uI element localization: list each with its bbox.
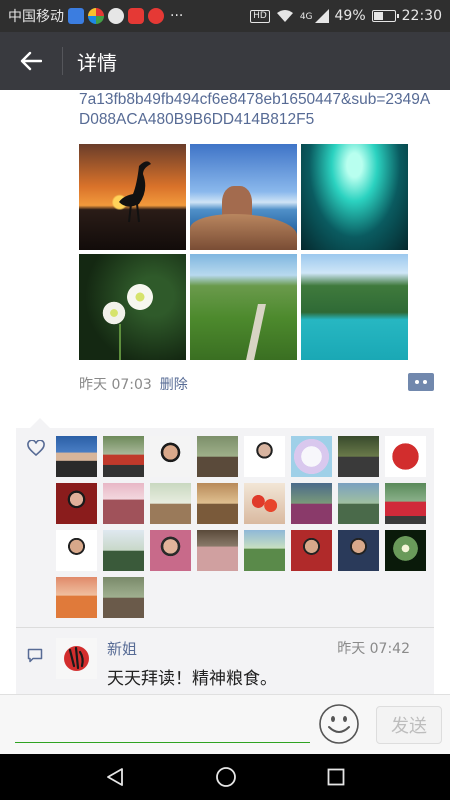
page-title: 详情 [77, 50, 117, 75]
smiley-icon[interactable] [318, 703, 360, 745]
send-button[interactable]: 发送 [376, 706, 442, 744]
delete-button[interactable]: 删除 [160, 374, 188, 394]
battery-percent: 49% [334, 8, 366, 24]
liker-avatar[interactable] [244, 530, 285, 571]
liker-avatar[interactable] [103, 483, 144, 524]
video-notification-icon [128, 8, 144, 24]
back-button[interactable] [0, 32, 62, 90]
liker-avatar[interactable] [197, 436, 238, 477]
photo-green-valley-road[interactable] [190, 254, 297, 360]
liker-avatar[interactable] [103, 577, 144, 618]
nav-home-icon[interactable] [215, 766, 237, 788]
more-actions-button[interactable] [408, 373, 434, 391]
photo-fjord-lake[interactable] [301, 254, 408, 360]
comment-input[interactable] [15, 705, 310, 743]
liker-avatar[interactable] [338, 436, 379, 477]
liker-avatar[interactable] [291, 436, 332, 477]
post-link[interactable]: 7a13fb8b49fb494cf6e8478eb1650447&sub=234… [79, 90, 439, 130]
post-time: 昨天 07:03 [79, 377, 152, 393]
calligraphy-logo [68, 646, 84, 670]
liker-avatar[interactable] [385, 483, 426, 524]
photo-rocky-seashore[interactable] [190, 144, 297, 250]
battery-icon [371, 10, 399, 22]
liker-avatar[interactable] [244, 436, 285, 477]
heart-icon [27, 440, 45, 456]
liker-avatar[interactable] [56, 483, 97, 524]
liker-avatar[interactable] [56, 530, 97, 571]
clock: 22:30 [401, 8, 442, 24]
signal-icon [314, 9, 329, 23]
liker-avatar[interactable] [103, 436, 144, 477]
wechat-notification-icon [108, 8, 124, 24]
arrow-left-icon [20, 51, 42, 71]
liker-avatars [56, 436, 432, 618]
interaction-panel: 新姐 昨天 07:42 天天拜读！精神粮食。 [16, 418, 434, 694]
comment-icon [27, 648, 43, 663]
liker-avatar[interactable] [338, 483, 379, 524]
appbar-divider [62, 47, 63, 75]
liker-avatar[interactable] [56, 436, 97, 477]
liker-avatar[interactable] [197, 483, 238, 524]
weibo-notification-icon [148, 8, 164, 24]
liker-avatar[interactable] [385, 436, 426, 477]
liker-avatar[interactable] [150, 436, 191, 477]
hd-icon: HD [250, 9, 270, 23]
app-bar: 详情 [0, 32, 450, 90]
comment-text: 天天拜读！精神粮食。 [107, 669, 277, 689]
app-notification-icon [68, 8, 84, 24]
photo-grid [79, 144, 409, 360]
nav-back-icon[interactable] [105, 767, 125, 787]
liker-avatar[interactable] [150, 483, 191, 524]
system-nav-bar [0, 754, 450, 800]
network-type: 4G [299, 12, 313, 22]
carrier-name: 中国移动 [8, 9, 64, 25]
comment-input-bar: 发送 [0, 694, 450, 754]
liker-avatar[interactable] [291, 530, 332, 571]
photo-white-flowers[interactable] [79, 254, 186, 360]
liker-avatar[interactable] [338, 530, 379, 571]
avatar[interactable] [56, 638, 97, 679]
liker-avatar[interactable] [103, 530, 144, 571]
liker-avatar[interactable] [150, 530, 191, 571]
post-meta: 昨天 07:03 删除 [79, 374, 188, 394]
status-bar: 中国移动 ··· HD 4G 49% 22:30 [0, 0, 450, 32]
crane-silhouette [119, 161, 151, 223]
comment-item[interactable]: 新姐 昨天 07:42 天天拜读！精神粮食。 [16, 628, 434, 694]
liker-avatar[interactable] [197, 530, 238, 571]
commenter-name[interactable]: 新姐 [107, 638, 137, 659]
nav-recents-icon[interactable] [327, 768, 345, 786]
liker-avatar[interactable] [385, 530, 426, 571]
comment-time: 昨天 07:42 [337, 641, 410, 657]
wifi-icon [276, 10, 293, 22]
liker-avatar[interactable] [244, 483, 285, 524]
photo-underwater-cave[interactable] [301, 144, 408, 250]
moment-detail[interactable]: 7a13fb8b49fb494cf6e8478eb1650447&sub=234… [0, 90, 450, 694]
app-notification-icon [88, 8, 104, 24]
photo-crane-sunset[interactable] [79, 144, 186, 250]
more-notifications-icon: ··· [170, 8, 184, 24]
likes-section [16, 428, 434, 626]
liker-avatar[interactable] [56, 577, 97, 618]
liker-avatar[interactable] [291, 483, 332, 524]
